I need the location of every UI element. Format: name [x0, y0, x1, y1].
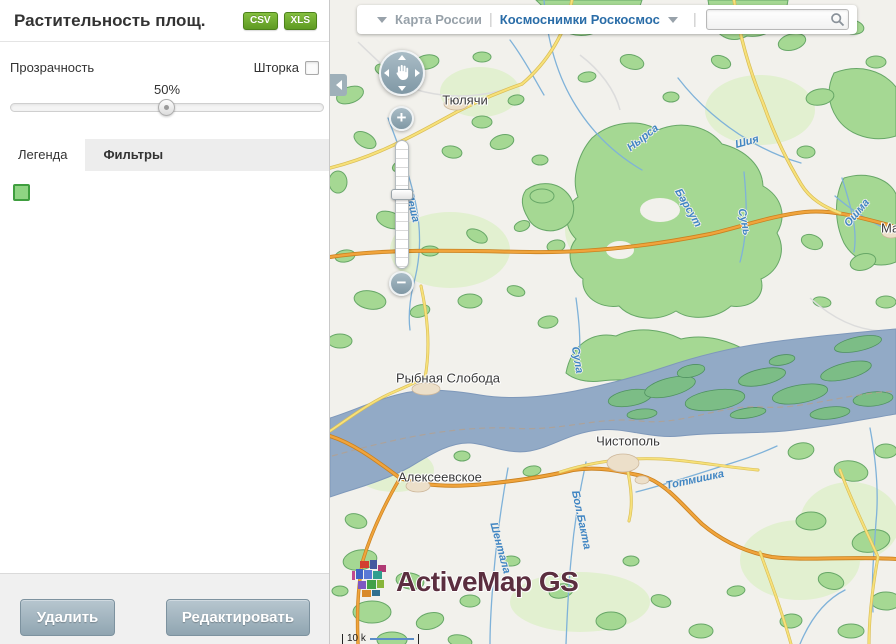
curtain-label: Шторка — [254, 60, 299, 75]
zoom-slider[interactable] — [395, 140, 409, 269]
active-layer-option[interactable]: Космоснимки Роскосмос — [500, 12, 660, 27]
export-buttons: CSV XLS — [243, 11, 317, 30]
scale-line — [370, 638, 414, 640]
panel-header: Растительность площ. CSV XLS — [0, 0, 329, 42]
search-input[interactable] — [706, 9, 849, 30]
layer-switcher-bar: Карта России | Космоснимки Роскосмос | — [357, 5, 857, 34]
pan-left-arrow-icon[interactable] — [384, 69, 389, 77]
divider: | — [693, 11, 697, 28]
scale-text: 10 k — [347, 634, 366, 644]
opacity-value: 50% — [10, 82, 324, 97]
hand-icon — [391, 62, 413, 89]
opacity-label: Прозрачность — [10, 60, 94, 75]
opacity-slider[interactable] — [10, 103, 324, 112]
delete-button[interactable]: Удалить — [20, 599, 115, 636]
chevron-down-icon[interactable] — [668, 17, 678, 23]
search-icon[interactable] — [830, 12, 845, 32]
export-xls-button[interactable]: XLS — [284, 12, 317, 30]
map-canvas[interactable] — [330, 0, 896, 644]
panel-tabs: Легенда Фильтры — [0, 139, 329, 171]
chevron-down-icon[interactable] — [377, 17, 387, 23]
pan-up-arrow-icon[interactable] — [398, 55, 406, 60]
map-scale-bar: 10 k — [342, 634, 419, 644]
zoom-out-button[interactable]: − — [389, 271, 414, 296]
zoom-slider-thumb[interactable] — [391, 189, 413, 200]
divider: | — [489, 11, 493, 28]
pan-control[interactable] — [379, 50, 425, 96]
sidebar-collapse-button[interactable] — [330, 74, 347, 96]
base-layer-option[interactable]: Карта России — [395, 12, 482, 27]
opacity-section: Прозрачность Шторка 50% — [0, 42, 329, 112]
tab-filters[interactable]: Фильтры — [85, 139, 181, 171]
panel-footer: Удалить Редактировать — [0, 573, 329, 644]
scale-tick — [342, 634, 343, 644]
tab-legend[interactable]: Легенда — [0, 139, 85, 171]
edit-button[interactable]: Редактировать — [166, 599, 310, 636]
zoom-in-button[interactable]: + — [389, 106, 414, 131]
map-viewport[interactable]: МешаНырсаШияБәрсутСуньОшмаСулаШенталаБол… — [330, 0, 896, 644]
legend-swatch — [13, 184, 30, 201]
pan-right-arrow-icon[interactable] — [415, 69, 420, 77]
curtain-checkbox[interactable] — [305, 61, 319, 75]
scale-tick — [418, 634, 419, 644]
export-csv-button[interactable]: CSV — [243, 12, 278, 30]
layer-panel: Растительность площ. CSV XLS Прозрачност… — [0, 0, 330, 644]
page-title: Растительность площ. — [14, 11, 206, 31]
legend-content — [0, 171, 329, 214]
opacity-slider-thumb[interactable] — [158, 99, 175, 116]
